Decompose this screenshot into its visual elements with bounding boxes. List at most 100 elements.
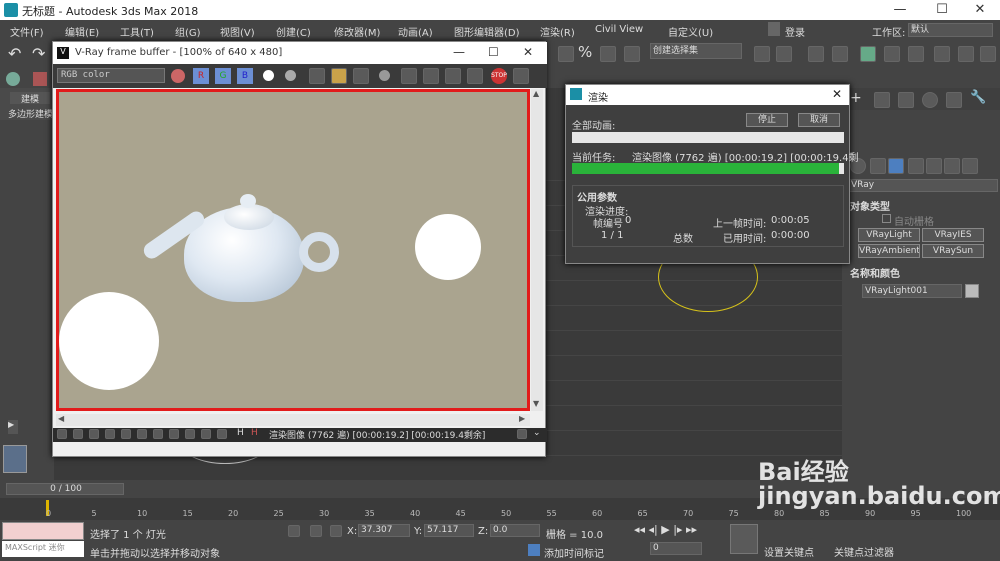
load-image-icon[interactable] <box>331 68 347 84</box>
common-params-title[interactable]: 公用参数 <box>577 189 617 204</box>
render-icon[interactable] <box>980 46 996 62</box>
modify-tab-icon[interactable] <box>874 92 890 108</box>
save-image-icon[interactable] <box>309 68 325 84</box>
object-type-title[interactable]: 对象类型 <box>850 198 890 213</box>
percent-snap-icon[interactable]: % <box>578 43 592 61</box>
color-tracking-icon[interactable] <box>171 69 185 83</box>
teapot-icon[interactable] <box>6 72 20 86</box>
curve-icon[interactable] <box>121 429 131 439</box>
isolate-icon[interactable] <box>288 525 300 537</box>
vertical-scrollbar[interactable]: ▲ ▼ <box>531 89 543 411</box>
vfb-maximize-button[interactable]: ☐ <box>488 45 499 59</box>
schematic-view-icon[interactable] <box>884 46 900 62</box>
scroll-up-icon[interactable]: ▲ <box>533 89 539 98</box>
playback-controls[interactable]: ◂◂ ◂| ▶ |▸ ▸▸ <box>634 523 697 536</box>
rendered-frame-icon[interactable] <box>958 46 974 62</box>
scene-explorer-icon[interactable] <box>832 46 848 62</box>
blue-channel-button[interactable]: B <box>237 68 253 84</box>
settings-icon[interactable] <box>185 429 195 439</box>
snap-angle-icon[interactable] <box>558 46 574 62</box>
set-key-button[interactable]: 设置关键点 <box>764 544 814 559</box>
minimize-button[interactable]: — <box>880 0 920 20</box>
status-chevron-icon[interactable]: ⌄ <box>533 428 541 438</box>
green-channel-button[interactable]: G <box>215 68 231 84</box>
z-coord-field[interactable]: 0.0 <box>490 524 540 537</box>
login-button[interactable]: 登录 <box>785 24 805 39</box>
create-tab-icon[interactable]: + <box>850 90 862 106</box>
menu-rendering[interactable]: 渲染(R) <box>540 24 575 39</box>
spacewarps-icon[interactable] <box>944 158 960 174</box>
helpers-icon[interactable] <box>926 158 942 174</box>
menu-customize[interactable]: 自定义(U) <box>668 24 713 39</box>
x-coord-field[interactable]: 37.307 <box>358 524 410 537</box>
close-button[interactable]: ✕ <box>960 0 1000 20</box>
teapot-render-icon[interactable] <box>513 68 529 84</box>
render-setup-icon[interactable] <box>934 46 950 62</box>
status-options-icon[interactable] <box>517 429 527 439</box>
expand-arrow-icon[interactable]: ▶ <box>8 420 18 434</box>
menu-create[interactable]: 创建(C) <box>276 24 311 39</box>
mirror-icon[interactable] <box>754 46 770 62</box>
material-editor-icon[interactable] <box>908 46 924 62</box>
workspace-select[interactable]: 默认 <box>908 23 993 37</box>
horizontal-scrollbar[interactable]: ◀ ▶ <box>56 414 530 426</box>
stereo-icon[interactable] <box>217 429 227 439</box>
menu-animation[interactable]: 动画(A) <box>398 24 433 39</box>
vraysun-button[interactable]: VRaySun <box>922 244 984 258</box>
object-color-swatch[interactable] <box>965 284 979 298</box>
autogrid-checkbox[interactable] <box>882 214 891 223</box>
key-filters-button[interactable]: 关键点过滤器 <box>834 544 894 559</box>
menu-tools[interactable]: 工具(T) <box>120 24 154 39</box>
menu-file[interactable]: 文件(F) <box>10 24 44 39</box>
clear-image-icon[interactable] <box>353 68 369 84</box>
menu-group[interactable]: 组(G) <box>175 24 201 39</box>
alpha-channel-icon[interactable] <box>263 70 274 81</box>
vrayambientlight-button[interactable]: VRayAmbientLight <box>858 244 920 258</box>
curve-editor-icon[interactable] <box>860 46 876 62</box>
cameras-icon[interactable] <box>908 158 924 174</box>
render-dialog-close-button[interactable]: ✕ <box>832 87 842 101</box>
motion-tab-icon[interactable] <box>922 92 938 108</box>
render-last-icon[interactable] <box>445 68 461 84</box>
mono-mode-icon[interactable] <box>285 70 296 81</box>
display-tab-icon[interactable] <box>946 92 962 108</box>
render-frame-icon[interactable] <box>33 72 47 86</box>
selection-set-dropdown[interactable]: 创建选择集 <box>650 43 742 59</box>
exposure-icon[interactable] <box>89 429 99 439</box>
interactive-render-icon[interactable] <box>467 68 483 84</box>
channel-dropdown[interactable]: RGB color <box>57 68 165 83</box>
lock-selection-icon[interactable] <box>310 525 322 537</box>
maximize-button[interactable]: ☐ <box>922 0 962 20</box>
srgb-icon[interactable] <box>137 429 147 439</box>
scroll-right-icon[interactable]: ▶ <box>519 414 525 423</box>
compare-icon[interactable]: H <box>251 428 258 438</box>
stop-render-icon[interactable]: STOP <box>491 68 507 84</box>
menu-graph-editors[interactable]: 图形编辑器(D) <box>454 24 520 39</box>
renderer-dropdown[interactable]: VRay <box>848 179 998 192</box>
edit-named-selection-icon[interactable] <box>624 46 640 62</box>
align-icon[interactable] <box>776 46 792 62</box>
time-tag-icon[interactable] <box>528 544 540 556</box>
icc-icon[interactable] <box>169 429 179 439</box>
viewport-layout-icon[interactable] <box>3 445 27 473</box>
current-frame-field[interactable]: 0 <box>650 542 702 555</box>
menu-civil-view[interactable]: Civil View <box>595 24 643 35</box>
object-name-field[interactable]: VRayLight001 <box>862 284 962 298</box>
hierarchy-tab-icon[interactable] <box>898 92 914 108</box>
lens-effects-icon[interactable] <box>201 429 211 439</box>
tab-modeling[interactable]: 建模 <box>10 92 50 105</box>
frame-slider[interactable]: 0 / 100 <box>6 483 124 495</box>
vrayies-button[interactable]: VRayIES <box>922 228 984 242</box>
systems-icon[interactable] <box>962 158 978 174</box>
scroll-down-icon[interactable]: ▼ <box>533 399 539 408</box>
history-icon[interactable] <box>57 429 67 439</box>
maxscript-mini-listener[interactable]: MAXScript 迷你 <box>2 541 84 557</box>
redo-icon[interactable]: ↷ <box>32 44 45 63</box>
set-key-icon[interactable] <box>730 524 758 554</box>
red-channel-button[interactable]: R <box>193 68 209 84</box>
spinner-snap-icon[interactable] <box>600 46 616 62</box>
menu-modifiers[interactable]: 修改器(M) <box>334 24 380 39</box>
menu-view[interactable]: 视图(V) <box>220 24 255 39</box>
undo-icon[interactable]: ↶ <box>8 44 21 63</box>
utilities-tab-icon[interactable]: 🔧 <box>970 90 986 105</box>
